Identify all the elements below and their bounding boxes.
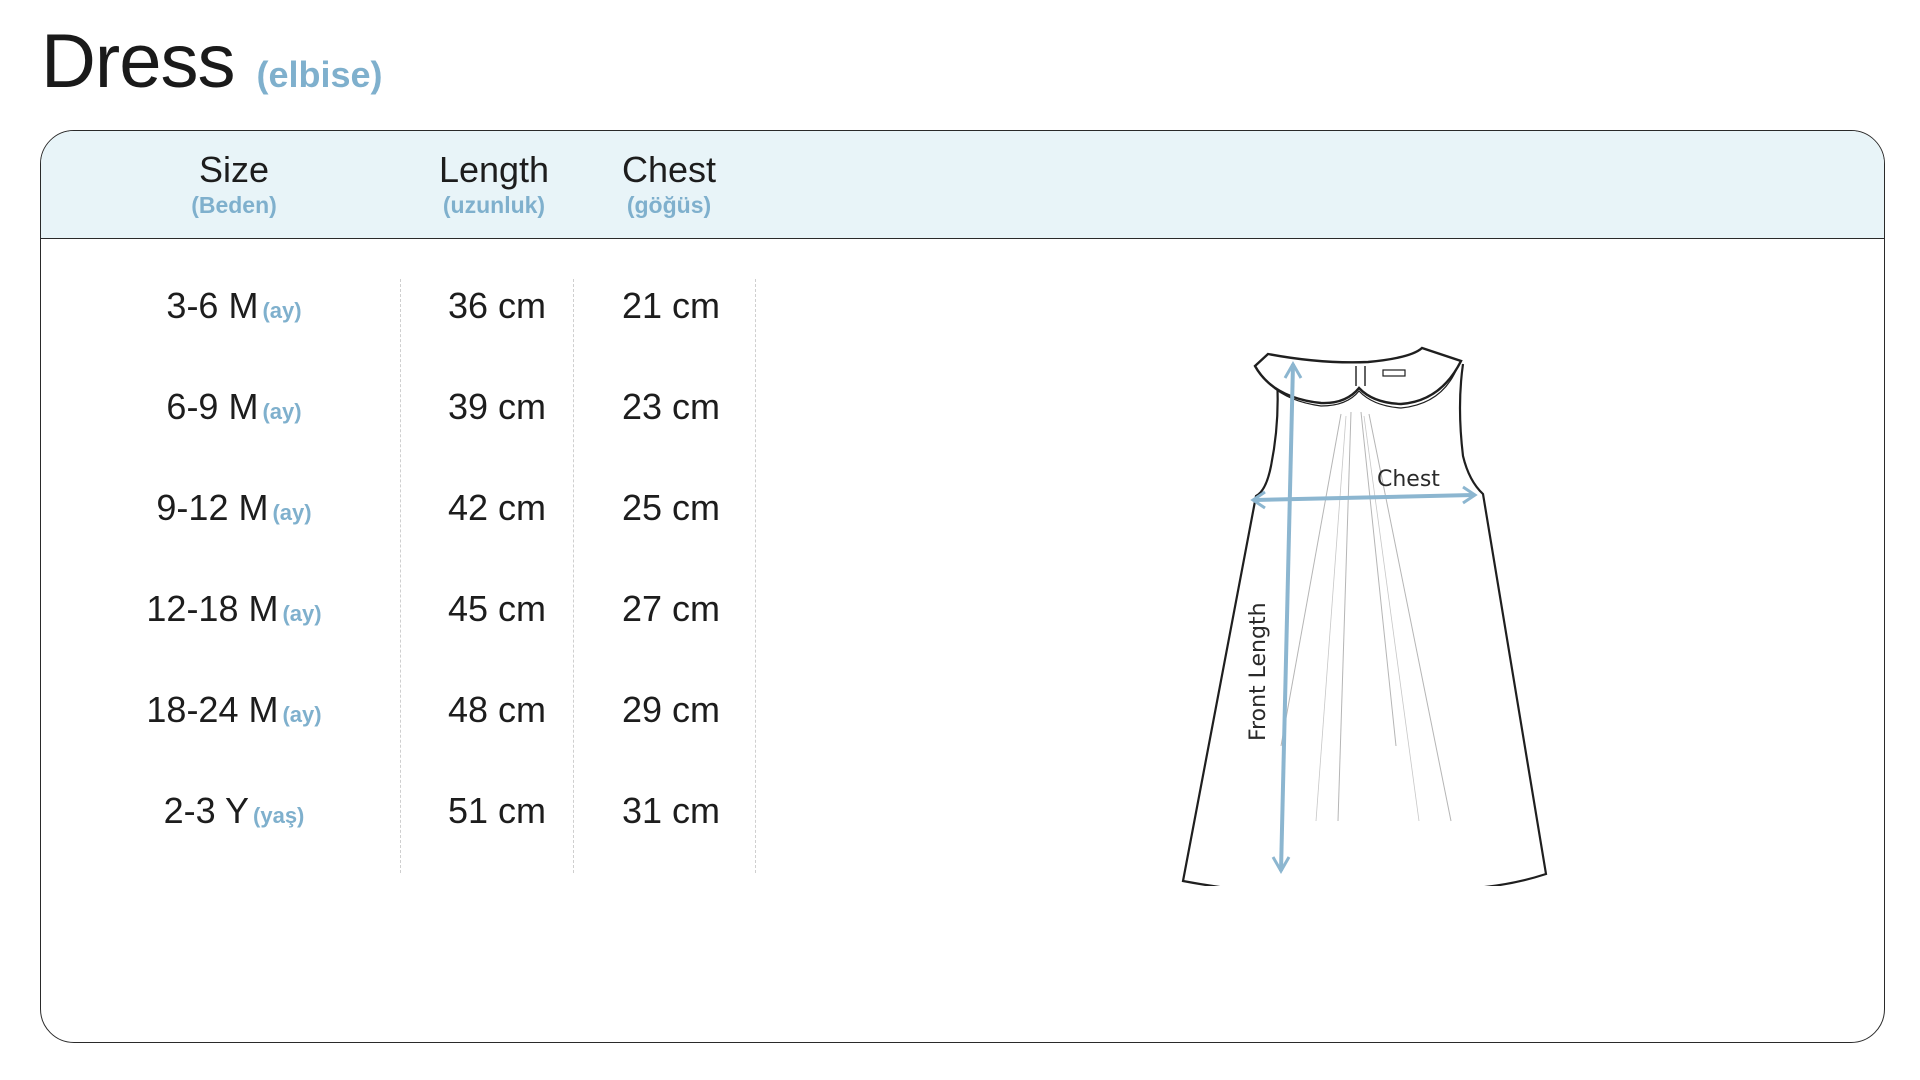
length-cell: 36 cm [447, 285, 547, 326]
size-unit: (ay) [282, 601, 322, 626]
size-cell: 3-6 M (ay) [166, 285, 302, 326]
dress-illustration: Chest Front Length [1181, 346, 1548, 886]
table-row: 18-24 M (ay) 48 cm 29 cm [41, 680, 841, 740]
table-row: 9-12 M (ay) 42 cm 25 cm [41, 478, 841, 538]
table-row: 6-9 M (ay) 39 cm 23 cm [41, 377, 841, 437]
size-chart-page: Dress (elbise) Size (Beden) Length (uzun… [0, 0, 1920, 1080]
table-row: 12-18 M (ay) 45 cm 27 cm [41, 579, 841, 639]
front-length-label: Front Length [1246, 602, 1271, 741]
chest-cell: 31 cm [621, 790, 721, 831]
length-cell: 51 cm [447, 790, 547, 831]
size-unit: (ay) [262, 399, 302, 424]
size-cell: 12-18 M (ay) [146, 588, 322, 629]
page-title: Dress (elbise) [41, 24, 383, 100]
size-cell: 2-3 Y (yaş) [163, 790, 305, 831]
chest-cell: 21 cm [621, 285, 721, 326]
size-unit: (ay) [282, 702, 322, 727]
chest-cell: 23 cm [621, 386, 721, 427]
chest-cell: 29 cm [621, 689, 721, 730]
size-unit: (ay) [262, 298, 302, 323]
length-cell: 42 cm [447, 487, 547, 528]
length-cell: 48 cm [447, 689, 547, 730]
chest-label: Chest [1377, 467, 1440, 492]
size-unit: (yaş) [253, 803, 305, 828]
chest-cell: 27 cm [621, 588, 721, 629]
table-row: 2-3 Y (yaş) 51 cm 31 cm [41, 781, 841, 841]
size-unit: (ay) [272, 500, 312, 525]
length-cell: 45 cm [447, 588, 547, 629]
size-chart-card: Size (Beden) Length (uzunluk) Chest (göğ… [40, 130, 1885, 1043]
size-cell: 9-12 M (ay) [156, 487, 312, 528]
length-cell: 39 cm [447, 386, 547, 427]
size-cell: 6-9 M (ay) [166, 386, 302, 427]
table-row: 3-6 M (ay) 36 cm 21 cm [41, 276, 841, 336]
title-main: Dress [41, 19, 235, 104]
title-translation: (elbise) [256, 54, 383, 95]
chest-cell: 25 cm [621, 487, 721, 528]
size-cell: 18-24 M (ay) [146, 689, 322, 730]
